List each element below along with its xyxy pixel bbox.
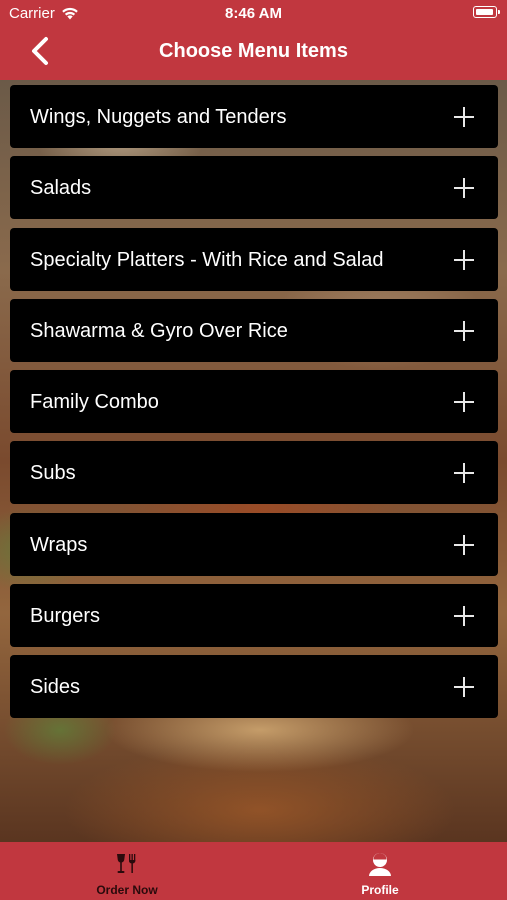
plus-icon[interactable]: [454, 606, 474, 627]
menu-category-family-combo[interactable]: Family Combo: [10, 370, 498, 434]
menu-category-label: Sides: [30, 676, 81, 699]
menu-category-label: Subs: [30, 462, 76, 485]
user-profile-icon: [367, 851, 393, 877]
menu-category-subs[interactable]: Subs: [10, 441, 498, 505]
navigation-bar: Choose Menu Items: [0, 30, 507, 76]
tab-profile[interactable]: Profile: [253, 842, 507, 900]
plus-icon[interactable]: [454, 534, 474, 555]
menu-category-label: Family Combo: [30, 391, 159, 414]
app-screen: Carrier 8:46 AM Choose Menu Items Wings,…: [0, 0, 507, 900]
menu-category-label: Specialty Platters - With Rice and Salad: [30, 248, 384, 271]
menu-category-label: Shawarma & Gyro Over Rice: [30, 319, 288, 342]
plus-icon[interactable]: [454, 178, 474, 199]
menu-category-shawarma-gyro[interactable]: Shawarma & Gyro Over Rice: [10, 298, 498, 362]
fork-wine-glass-icon: [114, 851, 140, 877]
menu-category-list: Wings, Nuggets and Tenders Salads Specia…: [10, 85, 498, 727]
status-time: 8:46 AM: [225, 5, 282, 22]
menu-category-label: Burgers: [30, 605, 101, 628]
page-title: Choose Menu Items: [159, 40, 348, 62]
status-bar: Carrier 8:46 AM: [0, 0, 507, 28]
menu-category-label: Salads: [30, 177, 92, 200]
tab-bar: Order Now Profile: [0, 842, 507, 900]
menu-category-salads[interactable]: Salads: [10, 156, 498, 220]
plus-icon[interactable]: [454, 107, 474, 127]
tab-order-now[interactable]: Order Now: [0, 842, 254, 900]
tab-label: Profile: [361, 883, 399, 897]
header-bar: Carrier 8:46 AM Choose Menu Items: [0, 0, 507, 80]
menu-category-sides[interactable]: Sides: [10, 655, 498, 719]
plus-icon[interactable]: [454, 320, 474, 341]
menu-category-burgers[interactable]: Burgers: [10, 584, 498, 648]
menu-category-specialty-platters[interactable]: Specialty Platters - With Rice and Salad: [10, 227, 498, 291]
battery-icon: [473, 6, 500, 18]
plus-icon[interactable]: [454, 249, 474, 270]
tab-label: Order Now: [96, 883, 158, 897]
plus-icon[interactable]: [454, 677, 474, 698]
plus-icon[interactable]: [454, 463, 474, 484]
menu-category-label: Wraps: [30, 533, 88, 556]
menu-category-label: Wings, Nuggets and Tenders: [30, 106, 287, 128]
plus-icon[interactable]: [454, 392, 474, 413]
menu-category-wings-nuggets-tenders[interactable]: Wings, Nuggets and Tenders: [10, 85, 498, 148]
menu-category-wraps[interactable]: Wraps: [10, 512, 498, 576]
